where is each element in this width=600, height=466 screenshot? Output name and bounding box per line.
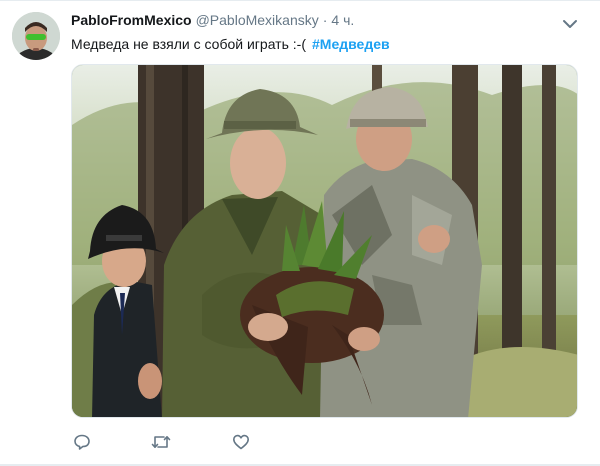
display-name[interactable]: PabloFromMexico [71, 12, 192, 28]
tweet-text-body: Медведа не взяли с собой играть :-( [71, 36, 306, 52]
user-handle[interactable]: @PabloMexikansky [196, 12, 319, 28]
tweet-header: PabloFromMexico @PabloMexikansky · 4 ч. [71, 12, 354, 34]
chevron-down-icon [563, 20, 577, 28]
retweet-button[interactable] [150, 431, 172, 453]
tweet-menu-button[interactable] [560, 14, 580, 34]
separator-dot: · [322, 12, 328, 28]
retweet-icon [151, 436, 171, 448]
heart-icon [233, 434, 249, 450]
reply-icon [74, 434, 90, 450]
like-button[interactable] [230, 431, 252, 453]
avatar-image [12, 12, 60, 60]
avatar[interactable] [12, 12, 60, 60]
tweet-actions [71, 431, 252, 453]
tweet-text: Медведа не взяли с собой играть :-( #Медв… [71, 34, 390, 54]
tweet-photo[interactable] [71, 64, 578, 418]
top-divider [0, 0, 600, 1]
timestamp[interactable]: 4 ч. [331, 12, 354, 28]
hashtag-link[interactable]: #Медведев [312, 36, 390, 52]
reply-button[interactable] [71, 431, 93, 453]
photo-illustration [72, 65, 577, 417]
